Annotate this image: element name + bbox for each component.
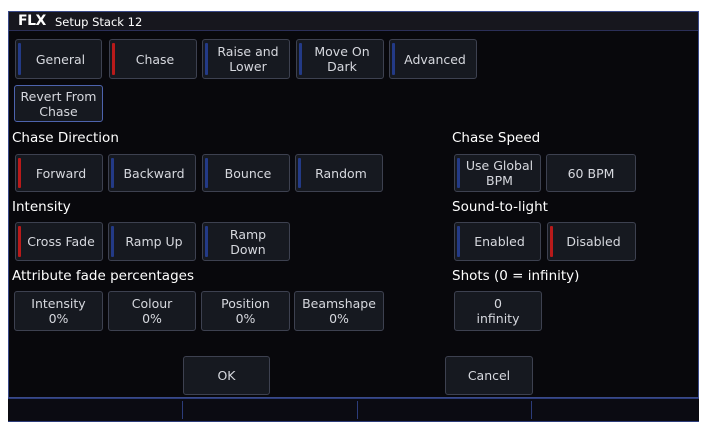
chase-direction-heading: Chase Direction	[12, 130, 119, 146]
cancel-label: Cancel	[467, 368, 511, 383]
tab-label: Chase	[135, 51, 175, 67]
cancel-button[interactable]: Cancel	[445, 356, 533, 395]
sound-to-light-disabled[interactable]: Disabled	[547, 222, 636, 261]
option-label: Backward	[123, 165, 185, 181]
tab-label: Move On Dark	[314, 44, 370, 74]
fade-label: Beamshape 0%	[302, 296, 376, 326]
bpm-value-button[interactable]: 60 BPM	[546, 154, 636, 192]
option-label: Bounce	[224, 165, 272, 181]
intensity-fade-button[interactable]: Intensity 0%	[14, 291, 103, 331]
revert-from-chase-button[interactable]: Revert From Chase	[14, 85, 103, 122]
option-label: Enabled	[474, 234, 525, 249]
shots-heading: Shots (0 = infinity)	[452, 268, 580, 284]
chase-direction-random[interactable]: Random	[295, 154, 383, 192]
colour-fade-button[interactable]: Colour 0%	[108, 291, 196, 331]
tab-label: General	[35, 51, 86, 67]
ok-label: OK	[217, 368, 236, 383]
option-label: Ramp Up	[125, 234, 183, 249]
fade-label: Intensity 0%	[31, 296, 86, 326]
fade-label: Colour 0%	[131, 296, 173, 326]
setup-stack-dialog: FLX Setup Stack 12 General Chase Raise a…	[8, 11, 699, 398]
footer-divider	[531, 401, 532, 419]
chase-direction-forward[interactable]: Forward	[15, 154, 103, 192]
option-label: Forward	[35, 165, 87, 181]
tab-label: Advanced	[404, 51, 466, 67]
flx-logo: FLX	[18, 13, 46, 29]
intensity-cross-fade[interactable]: Cross Fade	[15, 222, 103, 261]
intensity-ramp-down[interactable]: Ramp Down	[202, 222, 290, 261]
fade-label: Position 0%	[221, 296, 270, 326]
option-label: Use Global BPM	[465, 158, 534, 188]
title-bar: FLX Setup Stack 12	[9, 12, 698, 31]
window-title: Setup Stack 12	[55, 15, 143, 29]
position-fade-button[interactable]: Position 0%	[201, 291, 290, 331]
tab-move-on-dark[interactable]: Move On Dark	[296, 39, 384, 79]
chase-direction-bounce[interactable]: Bounce	[202, 154, 290, 192]
option-label: Disabled	[566, 234, 621, 249]
ok-button[interactable]: OK	[183, 356, 270, 395]
sound-to-light-heading: Sound-to-light	[452, 199, 548, 215]
option-label: Ramp Down	[229, 226, 267, 257]
footer-divider	[357, 401, 358, 419]
option-label: Random	[315, 165, 367, 181]
beamshape-fade-button[interactable]: Beamshape 0%	[294, 291, 384, 331]
shots-label: 0 infinity	[476, 296, 520, 326]
footer-divider	[182, 401, 183, 419]
option-label: Cross Fade	[27, 234, 95, 249]
tab-advanced[interactable]: Advanced	[389, 39, 477, 79]
shots-value-button[interactable]: 0 infinity	[454, 291, 542, 331]
chase-direction-backward[interactable]: Backward	[108, 154, 196, 192]
attribute-fade-heading: Attribute fade percentages	[12, 268, 194, 284]
tab-general[interactable]: General	[15, 39, 102, 79]
revert-label: Revert From Chase	[20, 88, 97, 119]
footer-bar	[8, 398, 699, 422]
intensity-ramp-up[interactable]: Ramp Up	[108, 222, 196, 261]
tab-raise-and-lower[interactable]: Raise and Lower	[202, 39, 290, 79]
chase-speed-heading: Chase Speed	[452, 130, 541, 146]
bpm-label: 60 BPM	[567, 165, 615, 181]
intensity-heading: Intensity	[12, 199, 71, 215]
use-global-bpm-button[interactable]: Use Global BPM	[454, 154, 541, 192]
sound-to-light-enabled[interactable]: Enabled	[454, 222, 541, 261]
tab-chase[interactable]: Chase	[109, 39, 197, 79]
tab-label: Raise and Lower	[217, 44, 279, 74]
